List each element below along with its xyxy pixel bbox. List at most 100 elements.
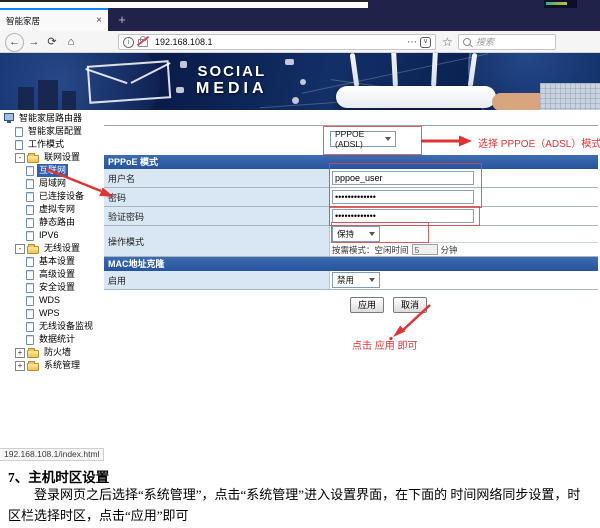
sidebar-item-label: 基本设置 — [37, 255, 77, 268]
mac-clone-section-header: MAC地址克隆 — [104, 257, 598, 271]
page-icon — [26, 218, 34, 228]
pocket-icon[interactable]: ∨ — [420, 37, 431, 48]
page: 智能家居 × + ← → ⟳ ⌂ i ⋯ ∨ ☆ SOCIAL MEDIA — [0, 0, 600, 528]
sidebar-item-label: 工作模式 — [26, 138, 66, 151]
annotation-box-username-password — [329, 163, 482, 208]
forward-button[interactable]: → — [27, 35, 41, 50]
expand-icon[interactable]: + — [15, 361, 25, 371]
reload-button[interactable]: ⟳ — [45, 35, 59, 50]
sidebar-item-work-mode[interactable]: 工作模式 — [2, 138, 104, 151]
expand-icon[interactable]: + — [15, 348, 25, 358]
sidebar-item-label: IPV6 — [37, 229, 61, 242]
sidebar-item-label: WPS — [37, 307, 62, 320]
operation-mode-label: 操作模式 — [104, 226, 330, 256]
document-heading: 7、主机时区设置 — [8, 466, 109, 486]
sidebar-item-firewall[interactable]: + 防火墙 — [2, 346, 104, 359]
bookmark-star-icon[interactable]: ☆ — [442, 35, 453, 49]
sidebar-item-static-routing[interactable]: 静态路由 — [2, 216, 104, 229]
sidebar-item-label: 智能家居配置 — [26, 125, 84, 138]
sidebar-item-wireless-monitor[interactable]: 无线设备监视 — [2, 320, 104, 333]
sidebar-item-label: 无线设备监视 — [37, 320, 95, 333]
router-antenna — [431, 53, 438, 87]
sidebar-item-data-stats[interactable]: 数据统计 — [2, 333, 104, 346]
collapse-icon[interactable]: - — [15, 244, 25, 254]
sleeve-graphic — [540, 83, 600, 110]
sidebar-item-ipv6[interactable]: IPV6 — [2, 229, 104, 242]
search-input[interactable] — [474, 36, 551, 48]
browser-tab[interactable]: 智能家居 × — [0, 8, 108, 31]
sidebar-item-label: 安全设置 — [37, 281, 77, 294]
router-antenna — [391, 53, 398, 87]
annotation-text-click-apply: 点击 应用 即可 — [352, 337, 418, 352]
page-actions-icon[interactable]: ⋯ — [407, 37, 417, 48]
sidebar-item-label: 防火墙 — [42, 346, 73, 359]
page-icon — [26, 296, 34, 306]
search-bar[interactable] — [458, 34, 556, 50]
url-bar[interactable]: i ⋯ ∨ — [118, 34, 436, 50]
page-icon — [26, 257, 34, 267]
sidebar-item-system-management[interactable]: +系统管理 — [2, 359, 104, 372]
sidebar-item-label: 智能家居路由器 — [17, 112, 84, 125]
mac-enable-value: 禁用 — [337, 274, 354, 286]
page-icon — [26, 166, 34, 176]
annotation-arrow-select-mode — [420, 134, 474, 148]
site-info-icon[interactable]: i — [123, 37, 134, 48]
page-icon — [26, 309, 34, 319]
page-icon — [15, 140, 23, 150]
mac-enable-label: 启用 — [104, 271, 330, 289]
chevron-down-icon — [369, 278, 375, 282]
sidebar-item-label: 虚拟专网 — [37, 203, 77, 216]
page-icon — [26, 192, 34, 202]
back-button[interactable]: ← — [5, 33, 24, 52]
idle-time-input[interactable] — [412, 244, 438, 255]
confirm-password-label: 验证密码 — [104, 207, 330, 225]
mac-enable-select[interactable]: 禁用 — [332, 272, 380, 288]
page-icon — [15, 127, 23, 137]
home-button[interactable]: ⌂ — [64, 35, 78, 50]
page-icon — [26, 283, 34, 293]
sidebar-item-security-settings[interactable]: 安全设置 — [2, 281, 104, 294]
collapse-icon[interactable]: - — [15, 153, 25, 163]
password-label: 密码 — [104, 188, 330, 206]
folder-closed-icon — [27, 363, 39, 371]
new-tab-button[interactable]: + — [114, 10, 130, 29]
social-mini-icon — [300, 79, 306, 85]
status-link-popup: 192.168.108.1/index.html — [0, 448, 104, 461]
apply-button[interactable]: 应用 — [350, 297, 384, 313]
sidebar-item-basic-settings[interactable]: 基本设置 — [2, 255, 104, 268]
sidebar-item-wps[interactable]: WPS — [2, 307, 104, 320]
building-silhouette — [38, 80, 58, 110]
sidebar-item-smart-home-config[interactable]: 智能家居配置 — [2, 125, 104, 138]
router-graphic — [336, 86, 496, 108]
page-icon — [26, 179, 34, 189]
page-icon — [26, 205, 34, 215]
banner-social-media-text: SOCIAL MEDIA — [196, 64, 268, 97]
sidebar-item-network-settings[interactable]: - 联网设置 — [2, 151, 104, 164]
close-tab-icon[interactable]: × — [96, 15, 102, 26]
url-input[interactable] — [153, 36, 404, 48]
page-icon — [26, 231, 34, 241]
sidebar-item-label: 联网设置 — [42, 151, 82, 164]
sidebar-item-advanced-settings[interactable]: 高级设置 — [2, 268, 104, 281]
search-icon — [463, 38, 471, 46]
mac-enable-row: 启用 禁用 — [104, 271, 598, 290]
sidebar-item-label: 无线设置 — [42, 242, 82, 255]
page-icon — [26, 322, 34, 332]
sidebar-item-label: 数据统计 — [37, 333, 77, 346]
sidebar-tree: 智能家居路由器智能家居配置工作模式-联网设置互联网局域网已连接设备虚拟专网静态路… — [2, 112, 104, 372]
tab-title: 智能家居 — [6, 15, 96, 27]
folder-open-icon — [27, 246, 39, 254]
annotation-arrow-internet-to-form — [44, 167, 116, 203]
sidebar-item-router-root[interactable]: 智能家居路由器 — [2, 112, 104, 125]
username-label: 用户名 — [104, 169, 330, 187]
annotation-text-select-mode: 选择 PPPOE（ADSL）模式 — [478, 135, 600, 150]
sidebar-item-vpn[interactable]: 虚拟专网 — [2, 203, 104, 216]
sidebar-item-label: 静态路由 — [37, 216, 77, 229]
sidebar-item-wireless-settings[interactable]: - 无线设置 — [2, 242, 104, 255]
social-mini-icon — [176, 87, 184, 93]
window-top-edge — [0, 0, 368, 2]
page-icon — [26, 270, 34, 280]
sidebar-item-wds[interactable]: WDS — [2, 294, 104, 307]
on-demand-label: 按需模式：空闲时间 — [332, 244, 409, 256]
folder-open-icon — [27, 155, 39, 163]
